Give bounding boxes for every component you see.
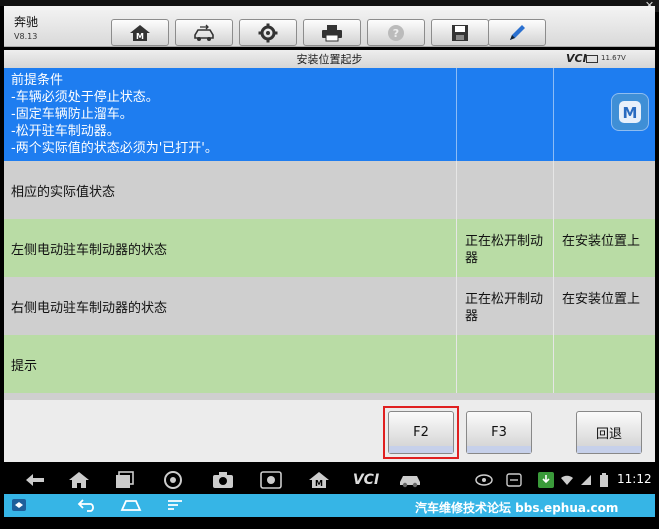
save-icon (452, 24, 468, 41)
row-value1: 正在松开制动器 (456, 219, 553, 277)
watermark: 汽车维修技术论坛 bbs.ephua.com (415, 501, 619, 515)
function-bar: F2 F3 回退 (4, 400, 655, 462)
wifi-icon (559, 469, 575, 491)
eye-icon (474, 469, 494, 491)
back-label: 回退 (595, 427, 622, 442)
app-brand: 奔驰 (14, 15, 39, 29)
screen: ✕ 奔驰 V8.13 M (0, 0, 659, 529)
table-row-partial (4, 393, 655, 400)
precondition-line: -固定车辆防止溜车。 (11, 107, 133, 122)
edit-button[interactable] (488, 19, 546, 46)
download-icon (536, 469, 556, 491)
svg-text:M: M (315, 479, 323, 488)
car-swap-icon (194, 24, 214, 41)
pen-icon (510, 24, 525, 40)
svg-text:M: M (136, 32, 144, 41)
menu-icon[interactable] (164, 497, 186, 513)
print-button[interactable] (303, 19, 361, 46)
svg-text:?: ? (393, 27, 399, 40)
precondition-line: -车辆必须处于停止状态。 (11, 90, 159, 105)
button-stripe (467, 446, 531, 453)
battery-status-icon (597, 469, 611, 491)
precondition-title: 前提条件 (11, 73, 64, 88)
precondition-row[interactable]: 前提条件 -车辆必须处于停止状态。 -固定车辆防止溜车。 -松开驻车制动器。 -… (4, 68, 655, 161)
row-label: 左侧电动驻车制动器的状态 (11, 242, 168, 258)
back-icon[interactable] (74, 497, 100, 513)
sub-header: 安装位置起步 VCI 11.67V (4, 50, 655, 69)
battery-icon (586, 55, 598, 63)
device-navbar: M VCI 11:12 (4, 465, 655, 494)
precondition-value1 (456, 68, 553, 161)
row-label: 提示 (11, 358, 38, 374)
table-row[interactable]: 左侧电动驻车制动器的状态 正在松开制动器 在安装位置上 (4, 219, 655, 277)
brightness-icon[interactable] (258, 469, 284, 491)
printer-icon (322, 24, 342, 41)
precondition-cell: 前提条件 -车辆必须处于停止状态。 -固定车辆防止溜车。 -松开驻车制动器。 -… (4, 68, 456, 161)
diagnosis-home-icon[interactable]: M (306, 469, 332, 491)
settings-button[interactable] (239, 19, 297, 46)
page-title: 安装位置起步 (296, 53, 363, 66)
app-switch-icon[interactable] (10, 497, 28, 513)
vci-status: VCI (566, 52, 587, 65)
app-version: V8.13 (14, 32, 38, 41)
gear-icon (258, 23, 278, 42)
swap-icon (504, 469, 524, 491)
vehicle-swap-button[interactable] (175, 19, 233, 46)
row-value1 (456, 335, 553, 393)
camera-icon[interactable] (210, 469, 236, 491)
browser-icon[interactable] (160, 469, 186, 491)
button-stripe (577, 446, 641, 453)
row-value2 (553, 335, 655, 393)
save-button[interactable] (431, 19, 489, 46)
top-toolbar: 奔驰 V8.13 M ? (4, 6, 655, 47)
highlight-box (383, 406, 459, 459)
row-label: 右侧电动驻车制动器的状态 (11, 300, 168, 316)
row-value2: 在安装位置上 (553, 277, 655, 335)
vci-nav-icon[interactable]: VCI (348, 469, 384, 491)
row-value1: 正在松开制动器 (456, 277, 553, 335)
home-button[interactable]: M (111, 19, 169, 46)
signal-icon (578, 469, 594, 491)
table-row[interactable]: 提示 (4, 335, 655, 393)
row-value2 (553, 161, 655, 219)
f3-button[interactable]: F3 (466, 411, 532, 454)
help-button[interactable]: ? (367, 19, 425, 46)
table-row[interactable]: 相应的实际值状态 (4, 161, 655, 219)
m-logo-icon: M (619, 101, 641, 123)
table-row[interactable]: 右侧电动驻车制动器的状态 正在松开制动器 在安装位置上 (4, 277, 655, 335)
row-label: 相应的实际值状态 (11, 184, 116, 200)
svg-text:M: M (623, 104, 638, 122)
back-arrow-icon[interactable] (22, 469, 48, 491)
precondition-line: -松开驻车制动器。 (11, 124, 120, 139)
help-icon: ? (388, 24, 404, 41)
home-outline-icon[interactable] (118, 497, 144, 513)
battery-voltage: 11.67V (601, 54, 626, 62)
back-button[interactable]: 回退 (576, 411, 642, 454)
car-icon[interactable] (396, 469, 424, 491)
home-icon[interactable] (66, 469, 92, 491)
clock: 11:12 (617, 472, 652, 486)
floating-menu-button[interactable]: M (611, 93, 649, 131)
row-value2: 在安装位置上 (553, 219, 655, 277)
row-value1 (456, 161, 553, 219)
bottom-edge (0, 517, 659, 529)
home-m-icon: M (130, 24, 150, 41)
recent-apps-icon[interactable] (112, 469, 138, 491)
f3-label: F3 (491, 425, 507, 440)
precondition-line: -两个实际值的状态必须为'已打开'。 (11, 141, 218, 156)
